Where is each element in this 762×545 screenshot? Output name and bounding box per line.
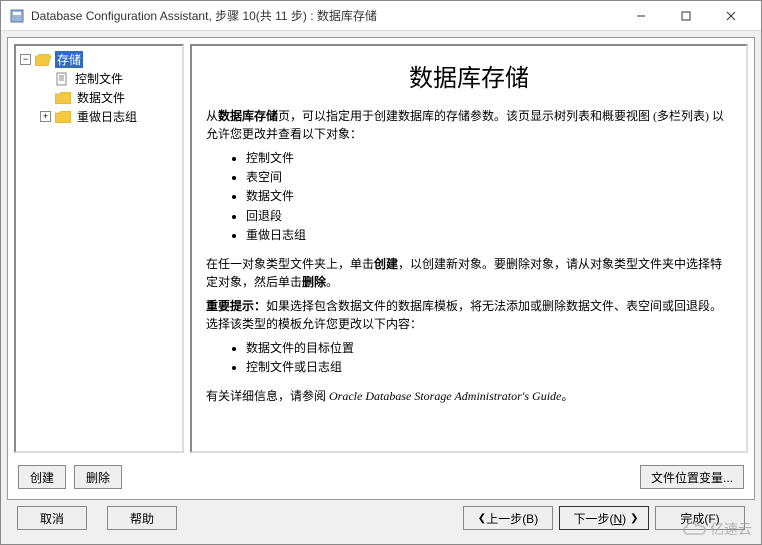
create-button[interactable]: 创建 — [18, 465, 66, 489]
wizard-buttons: 取消 帮助 ❮ 上一步(B) 下一步(N) ❯ 完成(F) — [7, 500, 755, 538]
folder-icon — [55, 92, 71, 104]
middle-button-row: 创建 删除 文件位置变量... — [8, 459, 754, 499]
detail-panel: 数据库存储 从数据库存储页，可以指定用于创建数据库的存储参数。该页显示树列表和概… — [190, 44, 748, 453]
page-title: 数据库存储 — [206, 58, 732, 93]
bottom-left-buttons: 取消 帮助 — [17, 506, 177, 530]
expand-icon[interactable]: + — [40, 111, 51, 122]
window-title: Database Configuration Assistant, 步骤 10(… — [31, 7, 618, 24]
cancel-button[interactable]: 取消 — [17, 506, 87, 530]
tree-label: 数据文件 — [75, 89, 127, 106]
tree-node-redo-log[interactable]: + 重做日志组 — [18, 107, 180, 126]
file-location-vars-button[interactable]: 文件位置变量... — [640, 465, 744, 489]
maximize-button[interactable] — [663, 2, 708, 30]
content-wrap: − 存储 控制文件 — [1, 31, 761, 544]
folder-icon — [55, 111, 71, 123]
inner-panel: − 存储 控制文件 — [7, 37, 755, 500]
cloud-icon — [682, 520, 708, 538]
delete-button[interactable]: 删除 — [74, 465, 122, 489]
list-item: 重做日志组 — [246, 226, 732, 245]
tree-label: 重做日志组 — [75, 108, 139, 125]
tree-node-control-files[interactable]: 控制文件 — [18, 69, 180, 88]
chevron-left-icon: ❮ — [478, 513, 482, 524]
intro-paragraph: 从数据库存储页，可以指定用于创建数据库的存储参数。该页显示树列表和概要视图 (多… — [206, 107, 732, 143]
more-info-paragraph: 有关详细信息，请参阅 Oracle Database Storage Admin… — [206, 387, 732, 405]
window-controls — [618, 2, 753, 30]
help-button[interactable]: 帮助 — [107, 506, 177, 530]
list-item: 控制文件或日志组 — [246, 358, 732, 377]
titlebar: Database Configuration Assistant, 步骤 10(… — [1, 1, 761, 31]
minimize-button[interactable] — [618, 2, 663, 30]
tree-label: 控制文件 — [73, 70, 125, 87]
important-note: 重要提示：如果选择包含数据文件的数据库模板，将无法添加或删除数据文件、表空间或回… — [206, 297, 732, 333]
list-item: 回退段 — [246, 207, 732, 226]
tree-label: 存储 — [55, 51, 83, 68]
object-list: 控制文件 表空间 数据文件 回退段 重做日志组 — [246, 149, 732, 245]
next-button[interactable]: 下一步(N) ❯ — [559, 506, 649, 530]
tree-node-datafiles[interactable]: 数据文件 — [18, 88, 180, 107]
tree-node-root[interactable]: − 存储 — [18, 50, 180, 69]
list-item: 数据文件 — [246, 187, 732, 206]
close-button[interactable] — [708, 2, 753, 30]
main-area: − 存储 控制文件 — [8, 38, 754, 459]
left-buttons: 创建 删除 — [18, 465, 122, 489]
document-icon — [55, 72, 69, 86]
create-delete-paragraph: 在任一对象类型文件夹上，单击创建，以创建新对象。要删除对象，请从对象类型文件夹中… — [206, 255, 732, 291]
list-item: 数据文件的目标位置 — [246, 339, 732, 358]
tree-panel[interactable]: − 存储 控制文件 — [14, 44, 184, 453]
chevron-right-icon: ❯ — [630, 513, 634, 524]
list-item: 控制文件 — [246, 149, 732, 168]
app-icon — [9, 8, 25, 24]
list-item: 表空间 — [246, 168, 732, 187]
watermark: 亿速云 — [682, 519, 752, 539]
back-button[interactable]: ❮ 上一步(B) — [463, 506, 553, 530]
folder-open-icon — [35, 54, 51, 66]
window: Database Configuration Assistant, 步骤 10(… — [0, 0, 762, 545]
collapse-icon[interactable]: − — [20, 54, 31, 65]
allowed-list: 数据文件的目标位置 控制文件或日志组 — [246, 339, 732, 377]
